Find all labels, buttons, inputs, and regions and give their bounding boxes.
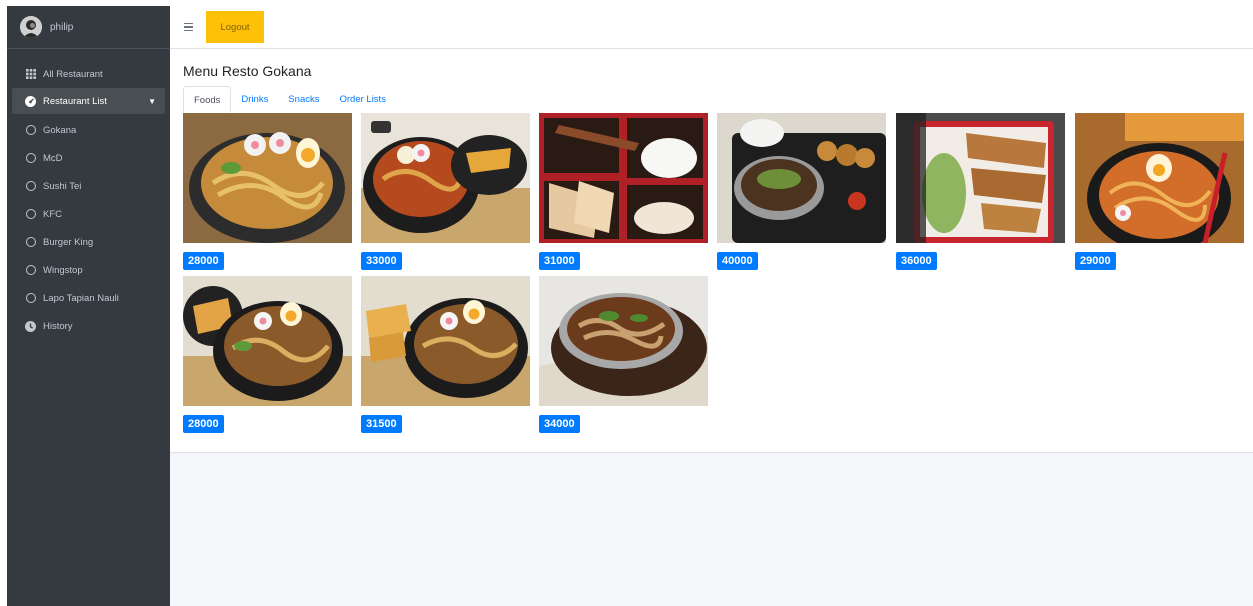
- sidebar-item-label: McD: [43, 152, 63, 164]
- sidebar-item-history[interactable]: History: [7, 312, 170, 340]
- price-badge: 36000: [896, 252, 937, 270]
- tab-drinks[interactable]: Drinks: [231, 86, 278, 113]
- tab-order-lists[interactable]: Order Lists: [329, 86, 395, 113]
- food-image[interactable]: [896, 113, 1065, 243]
- hamburger-menu-icon[interactable]: [184, 23, 193, 31]
- sidebar-item-label: Gokana: [43, 124, 77, 136]
- price-badge: 31500: [361, 415, 402, 433]
- avatar[interactable]: [20, 16, 42, 38]
- circle-icon: [25, 293, 36, 304]
- price-badge: 31000: [539, 252, 580, 270]
- food-image[interactable]: [361, 276, 530, 406]
- tab-snacks[interactable]: Snacks: [278, 86, 329, 113]
- circle-icon: [25, 237, 36, 248]
- food-image[interactable]: [361, 113, 530, 243]
- sidebar-item-label: KFC: [43, 208, 62, 220]
- sidebar: philip All Restaurant Restaurant List ▼ …: [7, 6, 170, 606]
- food-image[interactable]: [539, 113, 708, 243]
- user-panel[interactable]: philip: [7, 6, 170, 49]
- price-badge: 33000: [361, 252, 402, 270]
- sidebar-item-label: Restaurant List: [43, 95, 107, 107]
- sidebar-item-label: Sushi Tei: [43, 180, 82, 192]
- price-badge: 34000: [539, 415, 580, 433]
- price-badge: 40000: [717, 252, 758, 270]
- sidebar-item-gokana[interactable]: Gokana: [7, 116, 170, 144]
- circle-icon: [25, 125, 36, 136]
- sidebar-item-burger-king[interactable]: Burger King: [7, 228, 170, 256]
- price-badge: 28000: [183, 252, 224, 270]
- sidebar-item-kfc[interactable]: KFC: [7, 200, 170, 228]
- sidebar-item-label: History: [43, 320, 73, 332]
- top-navbar: Logout: [170, 6, 1253, 49]
- food-image[interactable]: [183, 113, 352, 243]
- food-image[interactable]: [1075, 113, 1244, 243]
- content-footer-area: [170, 452, 1253, 606]
- circle-icon: [25, 181, 36, 192]
- food-image[interactable]: [539, 276, 708, 406]
- price-badge: 29000: [1075, 252, 1116, 270]
- grid-icon: [25, 69, 36, 80]
- sidebar-item-wingstop[interactable]: Wingstop: [7, 256, 170, 284]
- food-image[interactable]: [183, 276, 352, 406]
- menu-tabs: Foods Drinks Snacks Order Lists: [183, 86, 396, 113]
- price-badge: 28000: [183, 415, 224, 433]
- sidebar-item-lapo-tapian-nauli[interactable]: Lapo Tapian Nauli: [7, 284, 170, 312]
- sidebar-item-label: Lapo Tapian Nauli: [43, 292, 119, 304]
- circle-icon: [25, 265, 36, 276]
- dashboard-icon: [25, 95, 36, 107]
- tab-foods[interactable]: Foods: [183, 86, 232, 113]
- chevron-down-icon[interactable]: ▼: [148, 97, 156, 106]
- user-name[interactable]: philip: [50, 22, 73, 33]
- clock-icon: [25, 320, 36, 332]
- sidebar-item-label: Burger King: [43, 236, 94, 248]
- sidebar-item-mcd[interactable]: McD: [7, 144, 170, 172]
- sidebar-item-restaurant-list[interactable]: Restaurant List ▼: [12, 88, 165, 114]
- sidebar-item-sushi-tei[interactable]: Sushi Tei: [7, 172, 170, 200]
- food-image[interactable]: [717, 113, 886, 243]
- circle-icon: [25, 153, 36, 164]
- sidebar-item-label: Wingstop: [43, 264, 83, 276]
- circle-icon: [25, 209, 36, 220]
- sidebar-nav: All Restaurant Restaurant List ▼ Gokana …: [7, 60, 170, 340]
- sidebar-item-label: All Restaurant: [43, 68, 103, 80]
- sidebar-item-all-restaurant[interactable]: All Restaurant: [7, 60, 170, 88]
- logout-button[interactable]: Logout: [206, 11, 264, 43]
- page-title: Menu Resto Gokana: [183, 63, 312, 79]
